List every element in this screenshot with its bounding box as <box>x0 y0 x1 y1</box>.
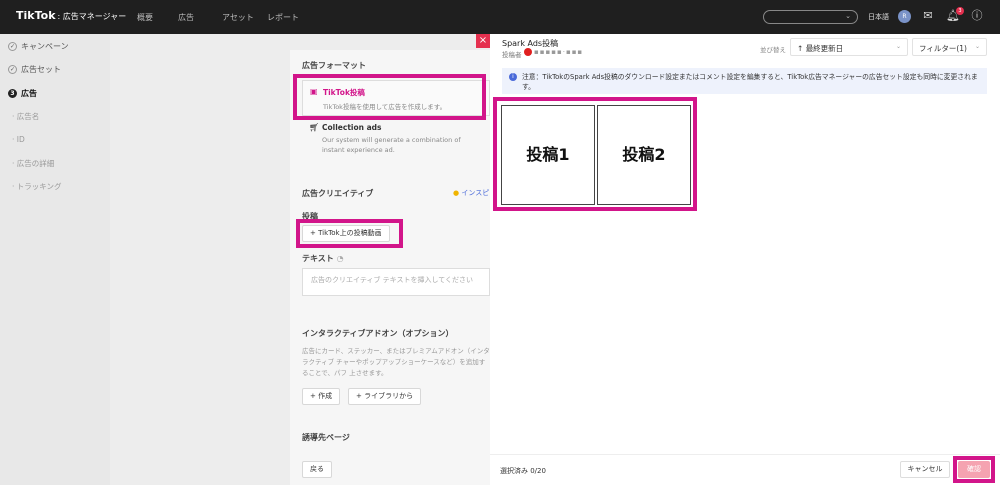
avatar[interactable]: R <box>898 10 911 23</box>
addon-title: インタラクティブアドオン（オプション） <box>302 329 454 338</box>
inspiration-link[interactable]: ● インスピ <box>453 188 489 198</box>
info-icon: ◔ <box>336 254 344 263</box>
ad-text-input[interactable]: 広告のクリエイティブ テキストを挿入してください <box>302 268 490 296</box>
chevron-down-icon: ⌄ <box>895 43 901 50</box>
check-icon: ✓ <box>8 42 17 51</box>
create-addon-button[interactable]: + 作成 <box>302 388 341 405</box>
highlight-confirm-button <box>953 456 995 483</box>
chevron-down-icon: ⌄ <box>974 43 980 50</box>
ad-format-title: 広告フォーマット <box>302 61 366 70</box>
nav-reports[interactable]: レポート <box>267 12 299 23</box>
addon-description: 広告にカード、ステッカー、またはプレミアムアドオン（インタラクティブ チャーやポ… <box>302 347 490 377</box>
sort-select[interactable]: ↑ 最終更新日 ⌄ <box>790 38 908 56</box>
nav-ads[interactable]: 広告 <box>178 12 194 23</box>
step-number-icon: 3 <box>8 89 17 98</box>
highlight-tiktok-post-format <box>293 74 486 120</box>
notification-badge: 3 <box>956 7 964 15</box>
close-icon[interactable]: × <box>476 34 490 48</box>
sidebar-step-adgroup[interactable]: ✓ 広告セット <box>8 64 61 75</box>
poster-label: 投稿者 <box>502 51 522 59</box>
info-icon: i <box>509 73 517 81</box>
account-selector[interactable]: ⌄ <box>763 10 858 24</box>
lightbulb-icon: ● <box>453 189 460 197</box>
language-selector[interactable]: 日本語 <box>868 12 889 22</box>
plus-icon: + <box>310 392 316 400</box>
text-label: テキスト ◔ <box>302 254 344 263</box>
poster-name: ▪▪▪▪▪·▪▪▪ <box>534 48 584 56</box>
sidebar <box>0 34 110 485</box>
sidebar-step-campaign[interactable]: ✓ キャンペーン <box>8 41 69 52</box>
brand-logo[interactable]: TikTok: 広告マネージャー <box>16 9 126 22</box>
cart-icon: 🛒︎ <box>309 123 320 132</box>
nav-assets[interactable]: アセット <box>222 12 254 23</box>
highlight-post-video-button <box>296 219 403 248</box>
highlight-post-cards <box>493 97 697 211</box>
filter-button[interactable]: フィルター(1) ⌄ <box>912 38 987 56</box>
check-icon: ✓ <box>8 65 17 74</box>
nav-overview[interactable]: 概要 <box>137 12 153 23</box>
format-collection-ads[interactable]: 🛒︎ Collection ads Our system will genera… <box>302 120 490 158</box>
ad-creative-title: 広告クリエイティブ <box>302 189 374 198</box>
sidebar-substep-ad-name[interactable]: · 広告名 <box>12 111 39 122</box>
sort-label: 並び替え <box>760 46 786 54</box>
sidebar-step-ad[interactable]: 3 広告 <box>8 88 37 99</box>
sidebar-substep-id[interactable]: · ID <box>12 135 25 144</box>
back-button[interactable]: 戻る <box>302 461 332 478</box>
help-icon[interactable]: ⓘ <box>970 9 984 23</box>
inbox-icon[interactable]: ✉ <box>921 9 935 23</box>
poster-avatar <box>524 48 532 56</box>
sidebar-substep-ad-details[interactable]: · 広告の詳細 <box>12 158 54 169</box>
sort-arrow-icon: ↑ <box>797 44 804 53</box>
cancel-button[interactable]: キャンセル <box>900 461 950 478</box>
sidebar-substep-tracking[interactable]: · トラッキング <box>12 181 62 192</box>
notice-banner: i 注意：TikTokのSpark Ads投稿のダウンロード設定またはコメント設定… <box>502 68 987 94</box>
destination-page-title: 誘導先ページ <box>302 433 350 442</box>
chevron-down-icon: ⌄ <box>845 12 851 20</box>
plus-icon: + <box>356 392 362 400</box>
selected-count: 選択済み 0/20 <box>500 467 546 475</box>
library-addon-button[interactable]: + ライブラリから <box>348 388 422 405</box>
